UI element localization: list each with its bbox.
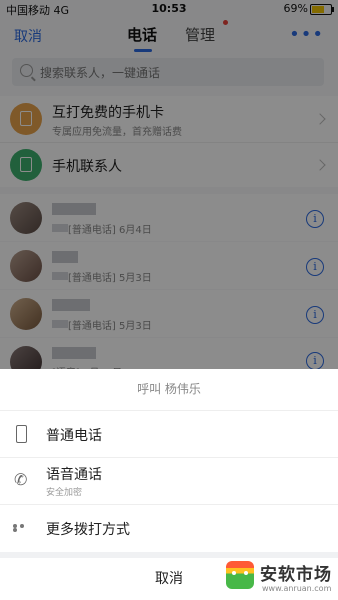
voice-call-icon: ✆ xyxy=(14,470,28,489)
voice-call-option[interactable]: ✆ 语音通话 安全加密 xyxy=(0,458,338,504)
option-label: 普通电话 xyxy=(46,428,102,444)
more-dots-icon xyxy=(13,524,33,532)
watermark-url: www.anruan.com xyxy=(262,584,332,593)
frog-logo-icon xyxy=(226,561,254,589)
sheet-header: 呼叫 杨伟乐 xyxy=(0,369,338,411)
option-label: 更多拨打方式 xyxy=(46,522,130,538)
option-sublabel: 安全加密 xyxy=(46,488,83,498)
watermark-title: 安软市场 xyxy=(260,565,332,585)
mobile-phone-icon xyxy=(16,425,27,443)
more-dial-options[interactable]: 更多拨打方式 xyxy=(0,505,338,551)
option-label: 语音通话 xyxy=(46,467,102,483)
regular-call-option[interactable]: 普通电话 xyxy=(0,411,338,457)
watermark-logo: 安软市场 www.anruan.com xyxy=(224,559,338,600)
